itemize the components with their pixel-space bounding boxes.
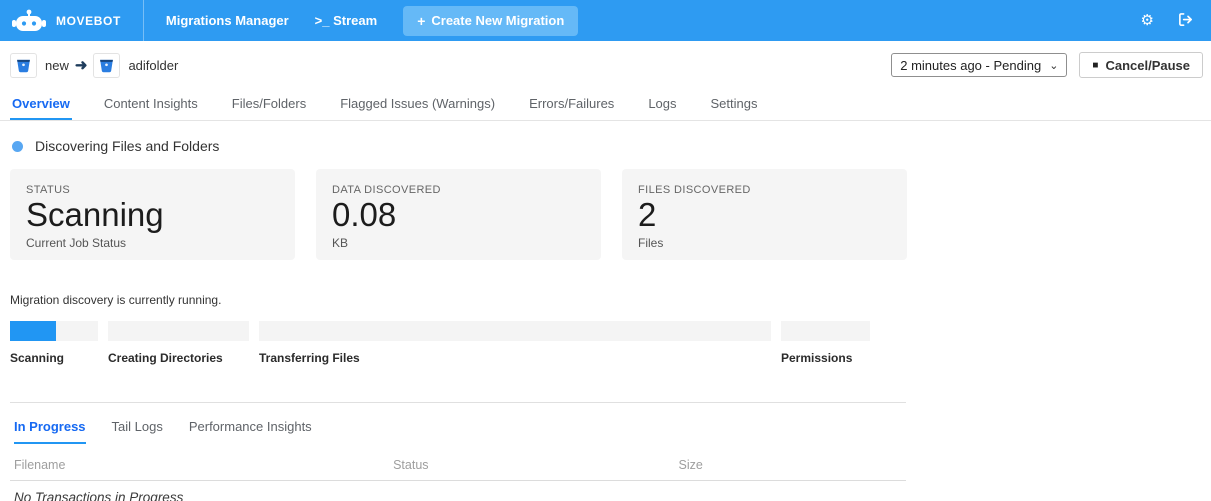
create-new-migration-label: Create New Migration	[431, 13, 564, 28]
creating-directories-progress-bar	[108, 321, 249, 341]
tab-content-insights[interactable]: Content Insights	[102, 90, 200, 120]
status-card: STATUS Scanning Current Job Status	[10, 169, 295, 260]
settings-gear-icon[interactable]: ⚙︎	[1141, 13, 1154, 28]
status-card-value: Scanning	[26, 196, 279, 234]
cancel-pause-label: Cancel/Pause	[1105, 58, 1190, 73]
source-name: new	[45, 58, 69, 73]
run-history-select[interactable]: 2 minutes ago - Pending ⌄	[891, 53, 1067, 77]
movebot-robot-logo-icon	[12, 9, 46, 33]
tab-overview[interactable]: Overview	[10, 90, 72, 120]
brand: MOVEBOT	[0, 0, 143, 41]
empty-table-message: No Transactions in Progress	[10, 481, 906, 501]
data-discovered-unit: KB	[332, 236, 585, 250]
transferring-files-progress-bar	[259, 321, 771, 341]
column-header-status: Status	[393, 458, 678, 472]
nav-migrations-manager[interactable]: Migrations Manager	[166, 13, 289, 28]
files-discovered-label: FILES DISCOVERED	[638, 184, 891, 196]
discovery-running-message: Migration discovery is currently running…	[0, 260, 1211, 307]
stat-cards: STATUS Scanning Current Job Status DATA …	[0, 154, 1211, 260]
in-progress-table: Filename Status Size No Transactions in …	[10, 452, 906, 501]
migration-header-actions: 2 minutes ago - Pending ⌄ ■ Cancel/Pause	[891, 52, 1203, 78]
scanning-progress-bar	[10, 321, 98, 341]
migration-header: new ➜ adifolder 2 minutes ago - Pending …	[0, 41, 1211, 84]
stage-progress-bars	[0, 307, 1211, 341]
creating-directories-stage-label: Creating Directories	[108, 351, 249, 365]
topbar-right-icons: ⚙︎	[1141, 12, 1211, 30]
tab-settings[interactable]: Settings	[709, 90, 760, 120]
tab-errors-failures[interactable]: Errors/Failures	[527, 90, 616, 120]
source-bucket-icon[interactable]	[10, 53, 37, 78]
stop-square-icon: ■	[1092, 60, 1098, 71]
plus-icon: +	[417, 13, 425, 29]
nav-stream[interactable]: >_ Stream	[315, 13, 378, 28]
create-new-migration-button[interactable]: + Create New Migration	[403, 6, 578, 36]
permissions-stage-label: Permissions	[781, 351, 870, 365]
scanning-progress-fill	[10, 321, 56, 341]
brand-name: MOVEBOT	[56, 14, 121, 28]
arrow-right-icon: ➜	[75, 56, 88, 74]
run-history-selected-value: 2 minutes ago - Pending	[900, 58, 1041, 73]
scanning-stage-label: Scanning	[10, 351, 98, 365]
chevron-down-icon: ⌄	[1049, 59, 1058, 72]
destination-bucket-icon[interactable]	[93, 53, 120, 78]
tab-in-progress[interactable]: In Progress	[14, 419, 86, 444]
data-discovered-label: DATA DISCOVERED	[332, 184, 585, 196]
migration-tabs: Overview Content Insights Files/Folders …	[0, 84, 1211, 121]
tab-tail-logs[interactable]: Tail Logs	[112, 419, 163, 444]
status-card-label: STATUS	[26, 184, 279, 196]
destination-name: adifolder	[128, 58, 178, 73]
data-discovered-value: 0.08	[332, 196, 585, 234]
top-nav-links: Migrations Manager >_ Stream + Create Ne…	[143, 0, 578, 41]
top-navigation-bar: MOVEBOT Migrations Manager >_ Stream + C…	[0, 0, 1211, 41]
tab-logs[interactable]: Logs	[646, 90, 678, 120]
files-discovered-value: 2	[638, 196, 891, 234]
files-discovered-card: FILES DISCOVERED 2 Files	[622, 169, 907, 260]
sign-out-icon[interactable]	[1178, 12, 1193, 30]
files-discovered-unit: Files	[638, 236, 891, 250]
column-header-filename: Filename	[14, 458, 393, 472]
cancel-pause-button[interactable]: ■ Cancel/Pause	[1079, 52, 1203, 78]
transferring-files-stage-label: Transferring Files	[259, 351, 771, 365]
transaction-detail-tabs: In Progress Tail Logs Performance Insigh…	[0, 403, 1211, 444]
data-discovered-card: DATA DISCOVERED 0.08 KB	[316, 169, 601, 260]
stage-labels: Scanning Creating Directories Transferri…	[0, 341, 1211, 365]
discovery-status-line: Discovering Files and Folders	[0, 121, 1211, 154]
status-dot-icon	[12, 141, 23, 152]
tab-flagged-issues[interactable]: Flagged Issues (Warnings)	[338, 90, 497, 120]
permissions-progress-bar	[781, 321, 870, 341]
tab-performance-insights[interactable]: Performance Insights	[189, 419, 312, 444]
column-header-size: Size	[679, 458, 906, 472]
source-endpoint: new	[10, 53, 69, 78]
tab-files-folders[interactable]: Files/Folders	[230, 90, 308, 120]
status-card-sublabel: Current Job Status	[26, 236, 279, 250]
discovery-status-text: Discovering Files and Folders	[35, 138, 219, 154]
table-header-row: Filename Status Size	[10, 452, 906, 481]
destination-endpoint: adifolder	[93, 53, 178, 78]
